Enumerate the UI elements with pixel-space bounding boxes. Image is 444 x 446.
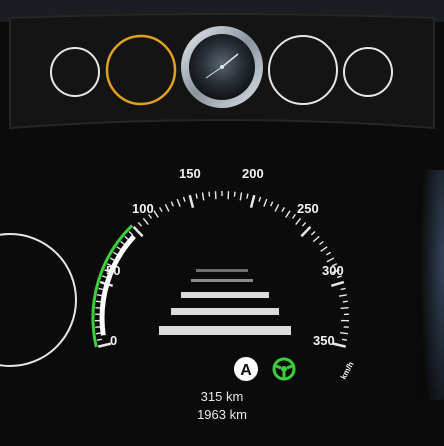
speed-minor-tick <box>340 307 349 309</box>
road-stripe-4 <box>171 308 279 315</box>
speed-minor-tick <box>195 193 198 199</box>
speed-minor-tick <box>246 193 249 199</box>
speed-label-200: 200 <box>242 166 264 181</box>
speed-minor-tick <box>233 191 236 197</box>
speed-label-0: 0 <box>110 333 117 348</box>
speed-minor-tick <box>341 338 348 341</box>
road-stripe-1 <box>196 269 248 272</box>
speed-label-50: 50 <box>106 263 120 278</box>
instrument-cluster: 0 50 100 150 200 250 300 350 km/h A 315 … <box>0 0 444 446</box>
speed-minor-tick <box>208 191 211 197</box>
road-stripe-5 <box>159 326 291 335</box>
speed-minor-tick <box>342 300 348 303</box>
speed-label-350: 350 <box>313 333 335 348</box>
speed-minor-tick <box>340 332 349 335</box>
speed-label-150: 150 <box>179 166 201 181</box>
right-screen-edge <box>414 170 444 400</box>
auto-hold-letter: A <box>240 362 252 379</box>
speed-label-250: 250 <box>297 201 319 216</box>
auto-hold-badge: A <box>234 357 258 381</box>
speed-minor-tick <box>96 300 102 303</box>
total-distance: 1963 km <box>197 407 247 422</box>
speed-label-300: 300 <box>322 263 344 278</box>
analog-clock <box>181 26 263 108</box>
speed-label-100: 100 <box>132 201 154 216</box>
trip-distance: 315 km <box>200 389 244 404</box>
speed-minor-tick <box>96 338 103 341</box>
cluster-graphic: 0 50 100 150 200 250 300 350 km/h A <box>0 0 444 446</box>
road-stripe-2 <box>191 279 253 282</box>
road-stripe-3 <box>181 292 269 298</box>
